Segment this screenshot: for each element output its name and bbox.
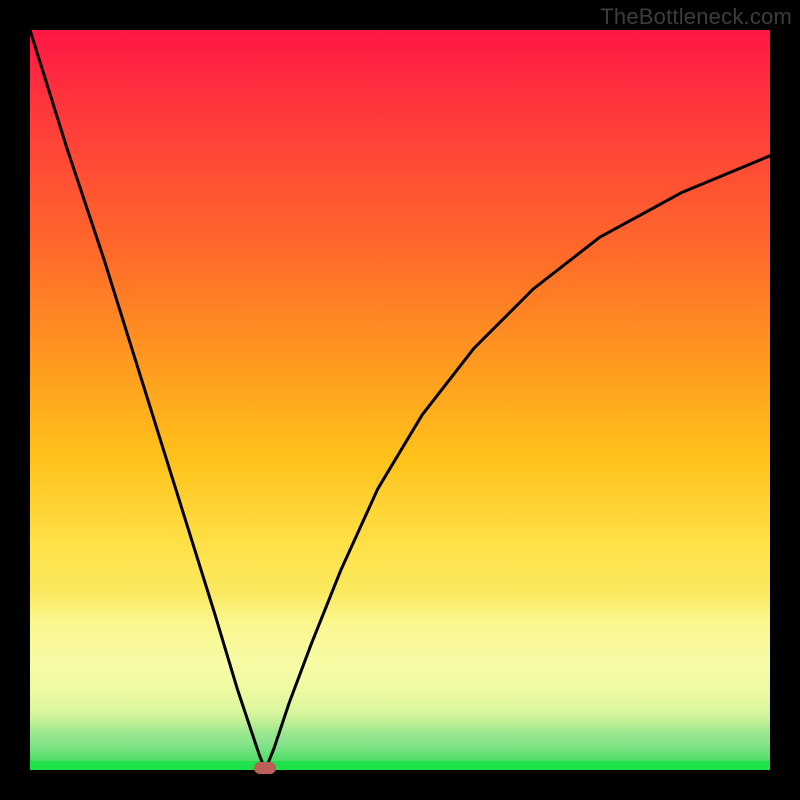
chart-frame: TheBottleneck.com	[0, 0, 800, 800]
minimum-marker	[254, 762, 276, 774]
watermark-text: TheBottleneck.com	[600, 4, 792, 30]
bottleneck-curve	[30, 30, 770, 770]
plot-area	[30, 30, 770, 770]
